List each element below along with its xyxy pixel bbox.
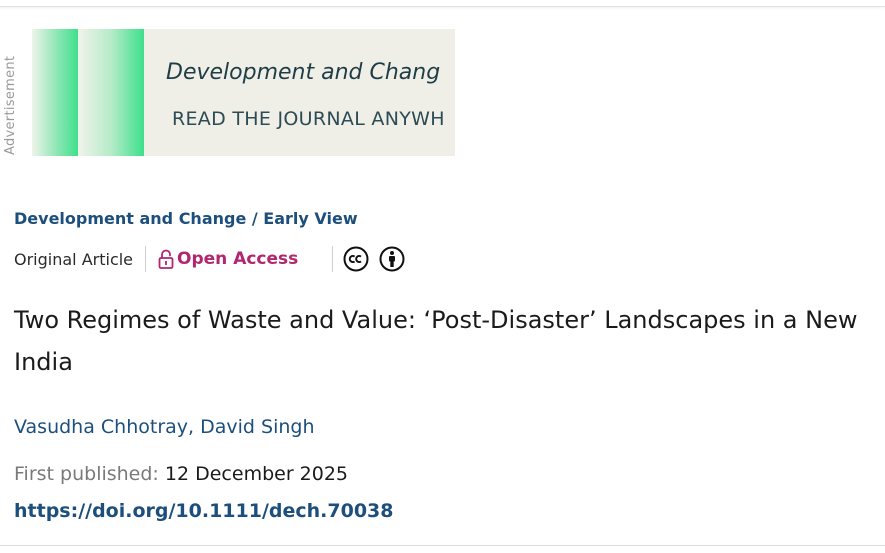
open-access-badge: Open Access [146,249,332,269]
breadcrumb: Development and Change / Early View [14,209,358,228]
ad-stripe-left [32,29,78,156]
article-header-page: Advertisement Development and Chang READ… [0,0,885,553]
article-title: Two Regimes of Waste and Value: ‘Post-Di… [14,306,858,376]
ad-banner-title: Development and Chang [166,60,441,85]
doi: https://doi.org/10.1111/dech.70038 [14,500,394,522]
breadcrumb-section-link[interactable]: Early View [263,209,357,228]
first-published-date: 12 December 2025 [164,463,349,485]
ad-stripe-right [78,29,144,156]
top-divider [0,0,885,7]
ad-banner-subtitle: READ THE JOURNAL ANYWH [172,108,445,130]
first-published-label: First published: [14,463,159,485]
advertisement-banner[interactable]: Development and Chang READ THE JOURNAL A… [32,29,455,156]
open-lock-icon [158,249,174,269]
creative-commons-icon[interactable] [343,246,369,272]
advertisement-label: Advertisement [3,55,18,155]
bottom-divider [0,545,885,546]
attribution-icon[interactable] [379,246,405,272]
open-access-label: Open Access [177,249,299,269]
first-published: First published: 12 December 2025 [14,463,348,485]
author-link[interactable]: David Singh [200,416,314,438]
license-icons [333,246,405,272]
author-separator: , [188,416,201,438]
article-type-label: Original Article [14,249,134,269]
breadcrumb-separator: / [246,209,264,228]
breadcrumb-journal-link[interactable]: Development and Change [14,209,246,228]
author-list: Vasudha Chhotray, David Singh [14,416,315,438]
article-meta-row: Original Article Open Access [14,245,405,273]
author-link[interactable]: Vasudha Chhotray [14,416,188,438]
doi-link[interactable]: https://doi.org/10.1111/dech.70038 [14,500,394,522]
